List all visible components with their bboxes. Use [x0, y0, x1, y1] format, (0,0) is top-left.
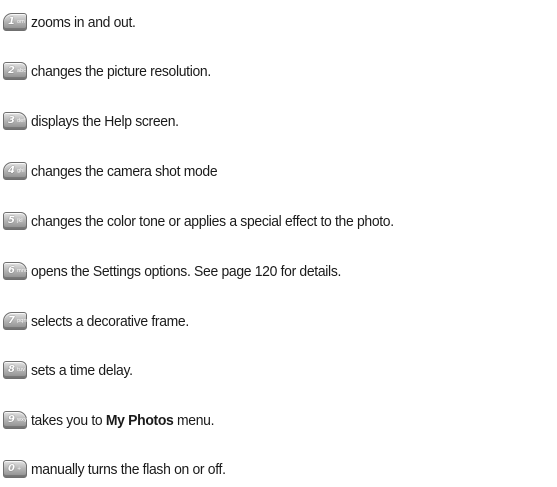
item-description: sets a time delay. [31, 361, 133, 379]
list-item: 7 pqrs selects a decorative frame. [3, 309, 201, 333]
item-text-before: takes you to [31, 411, 106, 429]
list-item: 0 + manually turns the flash on or off. [3, 457, 240, 481]
list-item: 4 ghi changes the camera shot mode [3, 159, 231, 183]
key-2-icon: 2 abc [3, 62, 27, 80]
item-description: changes the picture resolution. [31, 62, 211, 80]
key-letters: pqrs [16, 317, 28, 324]
key-number: 1 [8, 16, 15, 27]
key-letters: abc [16, 67, 26, 74]
key-7-icon: 7 pqrs [3, 312, 28, 330]
key-number: 6 [8, 265, 15, 276]
key-letters: mno [16, 267, 29, 274]
key-letters: wxyz [16, 416, 30, 423]
key-0-icon: 0 + [3, 460, 27, 478]
key-letters: + [16, 465, 22, 472]
list-item: 8 tuv sets a time delay. [3, 358, 140, 382]
item-description: takes you to My Photos menu. [31, 412, 214, 429]
key-letters: om [16, 18, 25, 25]
key-number: 4 [8, 165, 15, 176]
key-3-icon: 3 def [3, 112, 27, 130]
key-number: 8 [8, 364, 15, 375]
key-number: 2 [8, 65, 15, 76]
camera-key-list: 1 om zooms in and out. 2 abc changes the… [0, 0, 557, 487]
key-number: 5 [8, 215, 15, 226]
key-8-icon: 8 tuv [3, 361, 27, 379]
key-number: 7 [8, 315, 15, 326]
item-description: changes the color tone or applies a spec… [31, 212, 394, 230]
key-letters: jkl [16, 217, 23, 224]
list-item: 6 mno opens the Settings options. See pa… [3, 259, 364, 283]
key-1-icon: 1 om [3, 13, 27, 31]
key-number: 9 [8, 414, 15, 425]
key-number: 3 [8, 115, 15, 126]
item-description: displays the Help screen. [31, 112, 179, 130]
key-6-icon: 6 mno [3, 262, 29, 280]
item-description: opens the Settings options. See page 120… [31, 262, 342, 280]
list-item: 5 jkl changes the color tone or applies … [3, 209, 421, 233]
list-item: 9 wxyz takes you to My Photos menu. [3, 408, 228, 432]
item-description: zooms in and out. [31, 13, 136, 31]
key-letters: ghi [16, 167, 25, 174]
key-9-icon: 9 wxyz [3, 411, 30, 429]
list-item: 2 abc changes the picture resolution. [3, 59, 224, 83]
key-number: 0 [8, 463, 15, 474]
key-4-icon: 4 ghi [3, 162, 27, 180]
key-5-icon: 5 jkl [3, 212, 27, 230]
item-description: selects a decorative frame. [31, 312, 189, 330]
menu-name-bold: My Photos [105, 411, 174, 429]
key-letters: tuv [16, 366, 26, 373]
item-text-after: menu. [173, 411, 215, 429]
list-item: 1 om zooms in and out. [3, 10, 143, 34]
item-description: manually turns the flash on or off. [31, 460, 226, 478]
list-item: 3 def displays the Help screen. [3, 109, 190, 133]
item-description: changes the camera shot mode [31, 162, 218, 180]
key-letters: def [16, 117, 25, 124]
